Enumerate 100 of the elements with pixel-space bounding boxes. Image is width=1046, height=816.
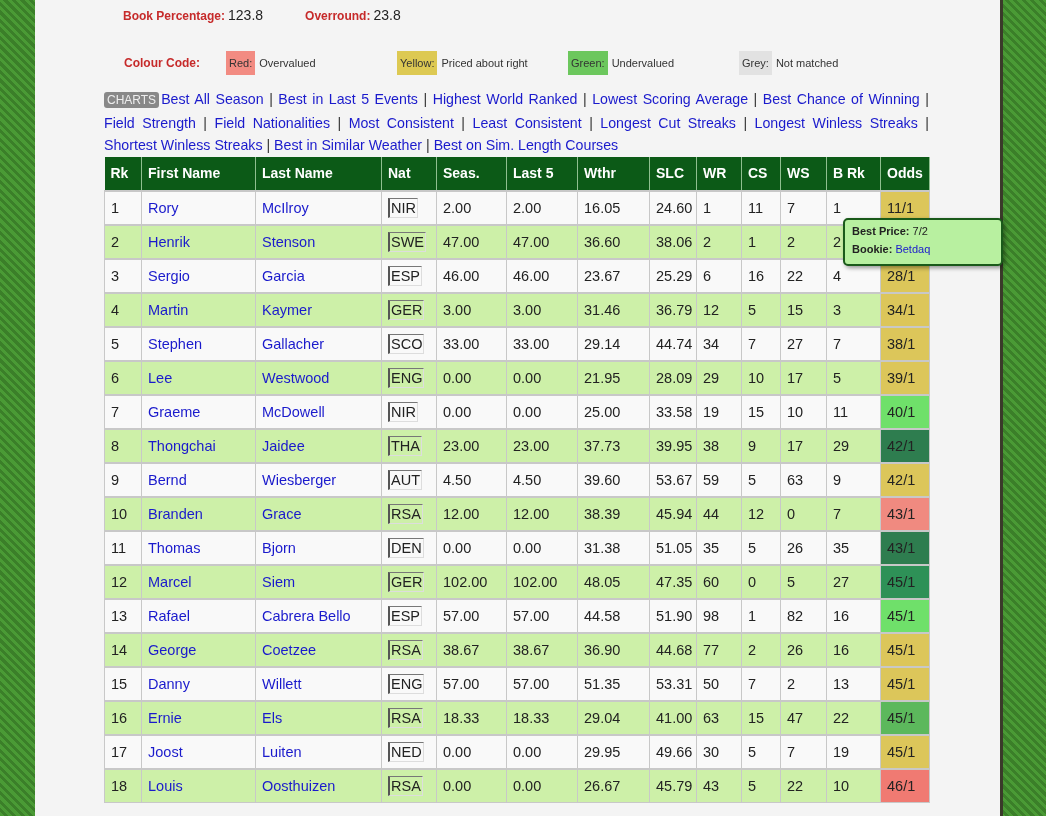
table-cell: 18 bbox=[104, 768, 142, 803]
last-name-link[interactable]: Siem bbox=[262, 573, 296, 590]
chart-link[interactable]: Lowest Scoring Average bbox=[592, 91, 749, 107]
last-name-link[interactable]: Kaymer bbox=[262, 301, 312, 318]
table-cell: 12 bbox=[741, 496, 781, 531]
last-name-link[interactable]: Willett bbox=[262, 675, 302, 692]
last-name-link[interactable]: Bjorn bbox=[262, 539, 296, 556]
stat-label: Overround: bbox=[305, 9, 371, 23]
last-name-link[interactable]: McIlroy bbox=[262, 199, 309, 216]
table-cell: 33.00 bbox=[436, 326, 507, 361]
table-cell: 4.50 bbox=[436, 462, 507, 497]
first-name-link[interactable]: Louis bbox=[148, 777, 183, 794]
table-cell: 57.00 bbox=[436, 598, 507, 633]
table-cell: 5 bbox=[741, 768, 781, 803]
table-cell: 15 bbox=[741, 700, 781, 735]
table-cell: 38.67 bbox=[506, 632, 578, 667]
first-name-link[interactable]: Marcel bbox=[148, 573, 192, 590]
table-cell: 21.95 bbox=[577, 360, 650, 395]
table-cell: 5 bbox=[741, 462, 781, 497]
chart-link[interactable]: Shortest Winless Streaks bbox=[104, 137, 263, 153]
odds-cell: 43/1 bbox=[880, 530, 930, 565]
table-cell: 17 bbox=[780, 360, 827, 395]
table-cell: 36.90 bbox=[577, 632, 650, 667]
last-name-link[interactable]: Els bbox=[262, 709, 283, 726]
column-header: First Name bbox=[141, 156, 256, 191]
last-name-link[interactable]: Jaidee bbox=[262, 437, 305, 454]
first-name-link[interactable]: Danny bbox=[148, 675, 190, 692]
chart-link[interactable]: Best in Last 5 Events bbox=[278, 91, 418, 107]
last-name-link[interactable]: Grace bbox=[262, 505, 302, 522]
odds-cell: 45/1 bbox=[880, 666, 930, 701]
table-cell: 18.33 bbox=[506, 700, 578, 735]
chart-link[interactable]: Longest Cut Streaks bbox=[600, 114, 736, 131]
table-cell: 29.14 bbox=[577, 326, 650, 361]
table-cell: 2 bbox=[780, 224, 827, 259]
chart-link[interactable]: Best on Sim. Length Courses bbox=[433, 137, 619, 153]
chart-link[interactable]: Least Consistent bbox=[472, 114, 582, 131]
column-header: Odds bbox=[880, 156, 930, 191]
table-cell: 2 bbox=[696, 224, 742, 259]
colour-swatch: Yellow: bbox=[397, 51, 438, 75]
table-cell: 48.05 bbox=[577, 564, 650, 599]
chart-link[interactable]: Field Nationalities bbox=[214, 114, 330, 131]
table-cell: 12 bbox=[104, 564, 142, 599]
table-cell: 12.00 bbox=[506, 496, 578, 531]
odds-cell: 38/1 bbox=[880, 326, 930, 361]
colour-meaning: Priced about right bbox=[441, 57, 528, 69]
column-header: Last 5 bbox=[506, 156, 578, 191]
table-cell: 41.00 bbox=[649, 700, 697, 735]
chart-link[interactable]: Longest Winless Streaks bbox=[754, 114, 918, 131]
table-cell: 27 bbox=[780, 326, 827, 361]
chart-link[interactable]: Most Consistent bbox=[348, 114, 454, 131]
first-name-link[interactable]: Rafael bbox=[148, 607, 190, 624]
table-cell: 17 bbox=[780, 428, 827, 463]
first-name-link[interactable]: Joost bbox=[148, 743, 183, 760]
first-name-link[interactable]: Ernie bbox=[148, 709, 182, 726]
nationality-code: ENG bbox=[388, 367, 425, 388]
column-header: SLC bbox=[649, 156, 697, 191]
first-name-link[interactable]: Martin bbox=[148, 301, 189, 318]
chart-link[interactable]: Field Strength bbox=[104, 114, 196, 131]
table-cell: 16 bbox=[104, 700, 142, 735]
odds-cell: 45/1 bbox=[880, 632, 930, 667]
table-cell: 98 bbox=[696, 598, 742, 633]
column-header: Nat bbox=[381, 156, 437, 191]
odds-cell: 46/1 bbox=[880, 768, 930, 803]
table-cell: 1 bbox=[741, 224, 781, 259]
colour-code-label: Colour Code: bbox=[124, 56, 201, 70]
chart-link[interactable]: Best in Similar Weather bbox=[274, 137, 423, 153]
table-cell: 3.00 bbox=[506, 292, 578, 327]
column-header: Last Name bbox=[255, 156, 382, 191]
table-cell: 47.00 bbox=[506, 224, 578, 259]
table-cell: 23.00 bbox=[436, 428, 507, 463]
chart-link[interactable]: Best Chance of Winning bbox=[762, 91, 920, 107]
first-name-link[interactable]: Lee bbox=[148, 369, 173, 386]
colour-swatch: Grey: bbox=[739, 51, 772, 75]
table-cell: 23.67 bbox=[577, 258, 650, 293]
first-name-link[interactable]: Sergio bbox=[148, 267, 190, 284]
table-cell: 5 bbox=[741, 734, 781, 769]
nationality-code: ESP bbox=[388, 605, 422, 626]
charts-badge: CHARTS bbox=[104, 92, 160, 108]
table-cell: 7 bbox=[780, 734, 827, 769]
chart-link[interactable]: Highest World Ranked bbox=[432, 91, 578, 107]
table-cell: 0.00 bbox=[506, 394, 578, 429]
table-cell: 31.46 bbox=[577, 292, 650, 327]
first-name-link[interactable]: Bernd bbox=[148, 471, 187, 488]
chart-link[interactable]: Best All Season bbox=[161, 91, 264, 107]
last-name-link[interactable]: Luiten bbox=[262, 743, 302, 760]
table-cell: 16.05 bbox=[577, 190, 650, 225]
table-cell: 5 bbox=[780, 564, 827, 599]
bookie-link[interactable]: Betdaq bbox=[895, 242, 931, 255]
table-cell: 57.00 bbox=[436, 666, 507, 701]
stat-value: 23.8 bbox=[373, 7, 401, 23]
odds-cell: 45/1 bbox=[880, 700, 930, 735]
nationality-code: NIR bbox=[388, 197, 418, 218]
table-cell: 28.09 bbox=[649, 360, 697, 395]
first-name-link[interactable]: Rory bbox=[148, 199, 179, 216]
nationality-code: NIR bbox=[388, 401, 418, 422]
table-cell: 63 bbox=[696, 700, 742, 735]
table-cell: 6 bbox=[104, 360, 142, 395]
first-name-link[interactable]: Henrik bbox=[148, 233, 190, 250]
last-name-link[interactable]: Garcia bbox=[262, 267, 305, 284]
table-cell: 13 bbox=[104, 598, 142, 633]
